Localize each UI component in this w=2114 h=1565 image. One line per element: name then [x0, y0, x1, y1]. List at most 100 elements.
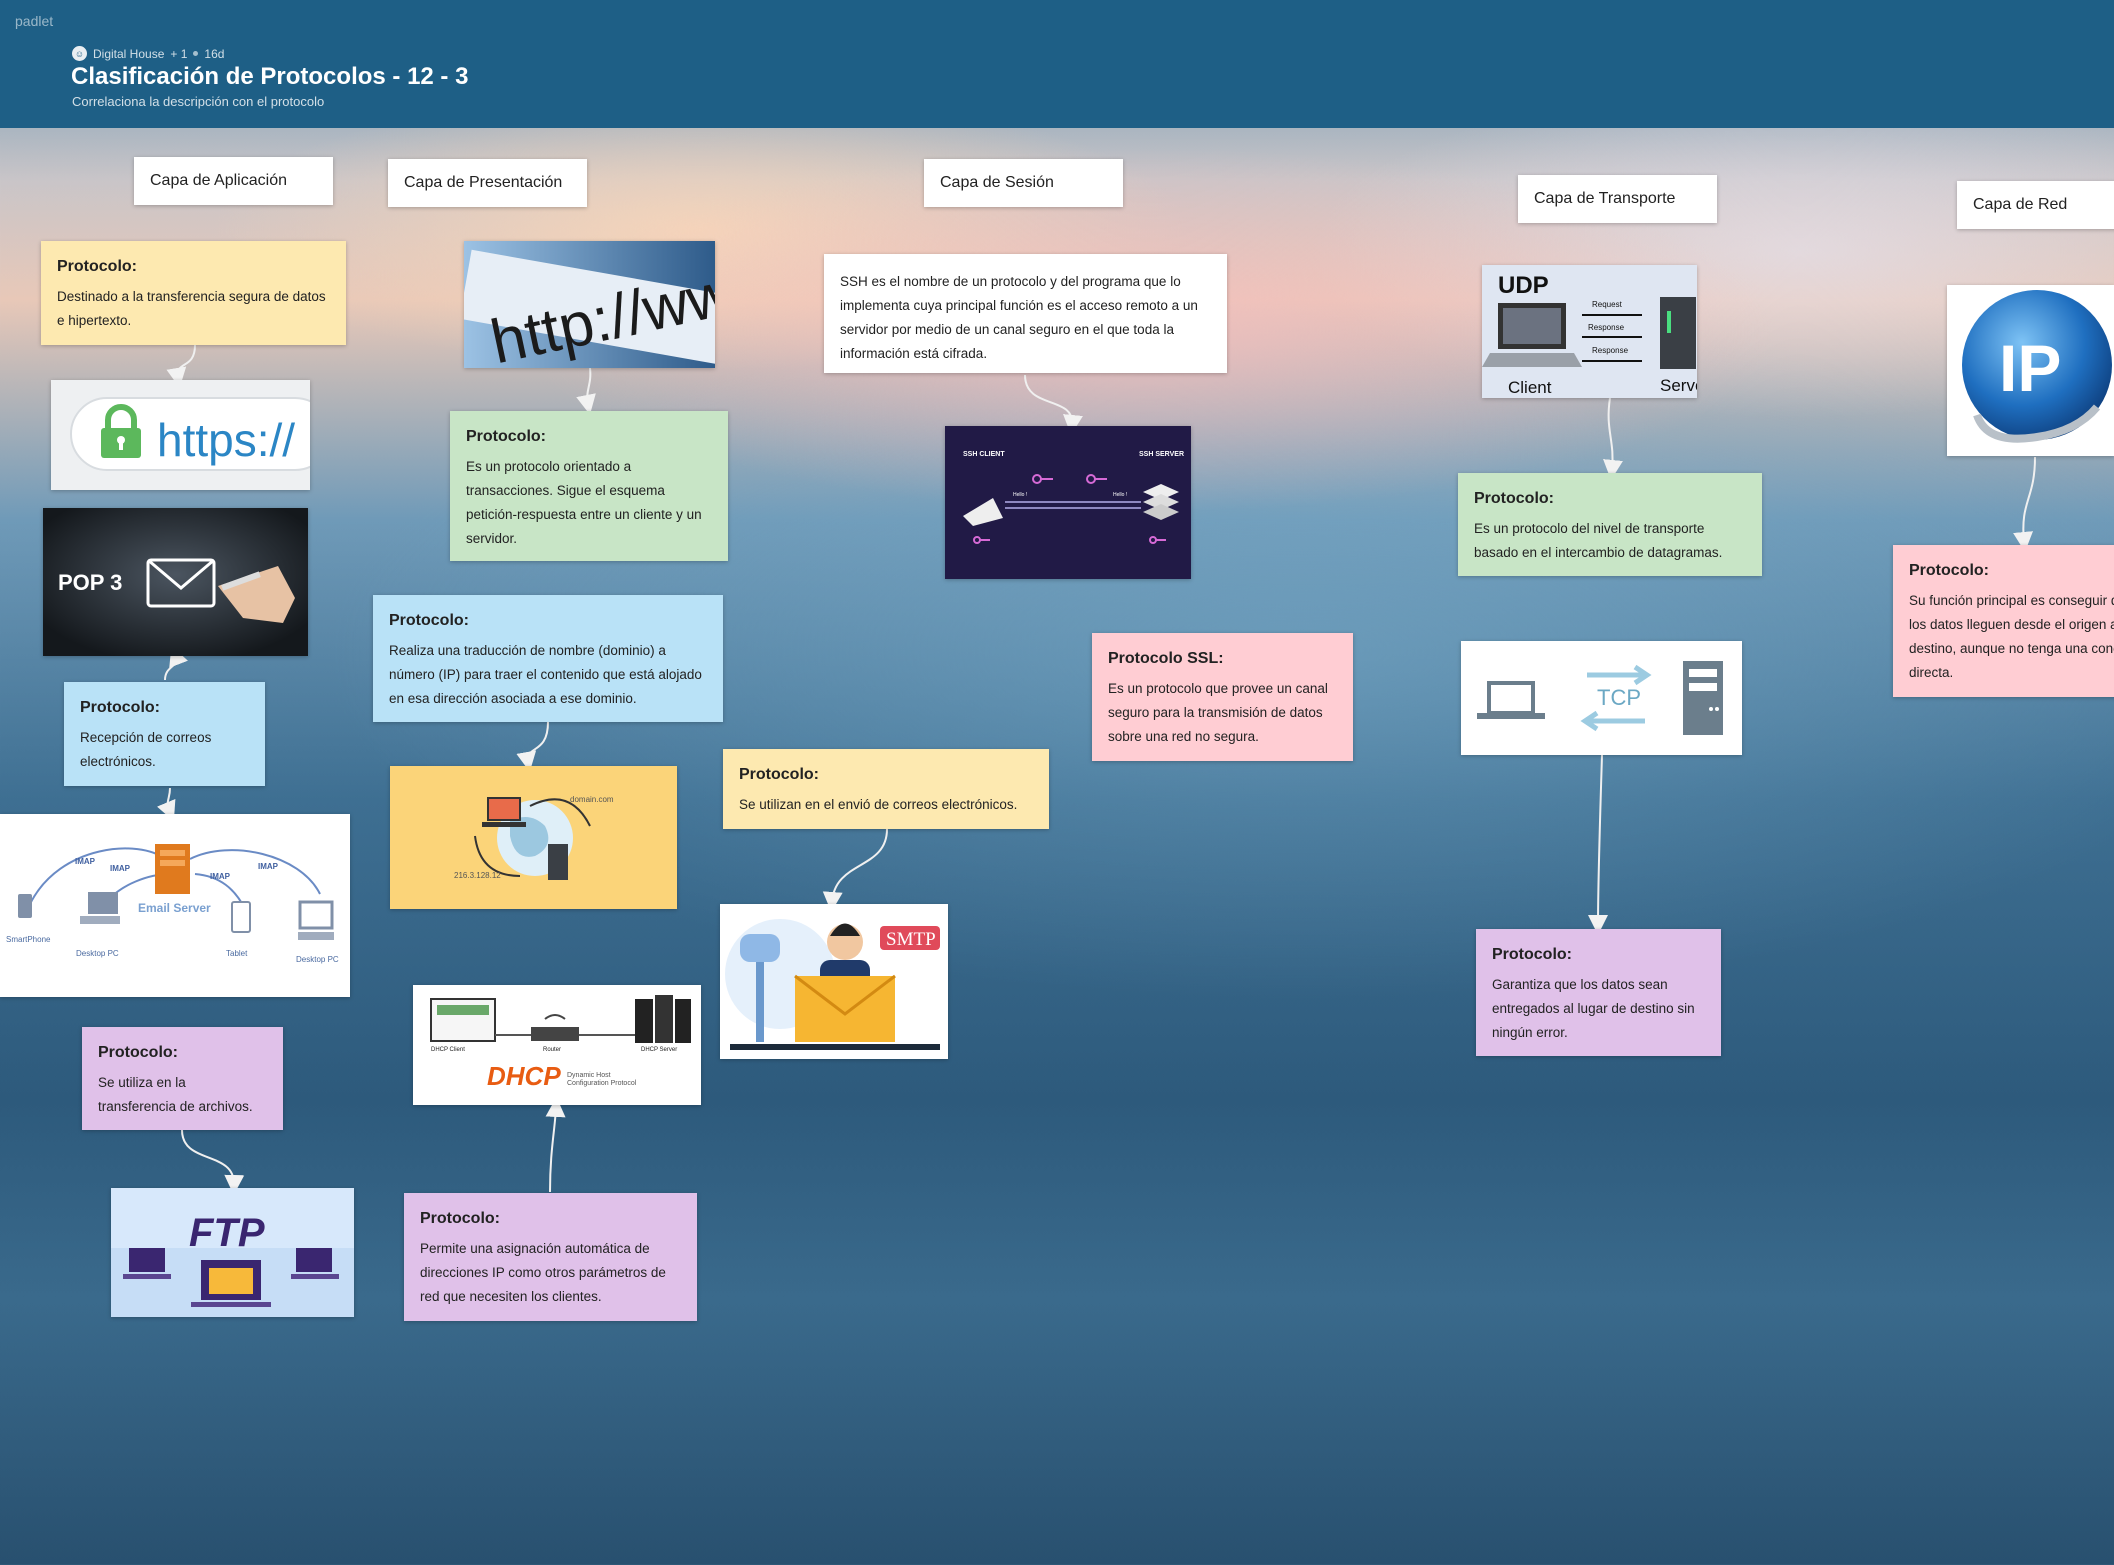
note-title: Protocolo: [1492, 946, 1572, 963]
server-rack-icon [635, 995, 691, 1043]
svg-text:Response: Response [1592, 346, 1629, 355]
column-header-aplicacion[interactable]: Capa de Aplicación [134, 157, 333, 205]
note-smtp[interactable]: Protocolo: Se utilizan en el envió de co… [723, 749, 1049, 829]
svg-text:Hello !: Hello ! [1113, 492, 1127, 498]
image-ftp[interactable]: FTP [111, 1188, 354, 1317]
note-udp[interactable]: Protocolo: Es un protocolo del nivel de … [1458, 473, 1762, 576]
note-title: Protocolo: [1474, 490, 1554, 507]
column-header-transporte[interactable]: Capa de Transporte [1518, 175, 1717, 223]
padlet-logo[interactable]: padlet [15, 13, 53, 29]
board-age: 16d [204, 46, 225, 61]
board-subtitle: Correlaciona la descripción con el proto… [72, 94, 325, 109]
envelope-icon [794, 974, 896, 1042]
note-https[interactable]: Protocolo: Destinado a la transferencia … [41, 241, 346, 345]
svg-text:DHCP Client: DHCP Client [431, 1047, 465, 1053]
laptop-icon [482, 797, 526, 827]
contributors-count: + 1 [170, 46, 188, 61]
svg-text:SSH CLIENT: SSH CLIENT [963, 451, 1005, 458]
tablet-icon [231, 901, 251, 933]
image-dhcp[interactable]: DHCP Client Router DHCP Server DHCP Dyna… [413, 985, 701, 1105]
image-udp[interactable]: UDP Request Response Response Client Ser… [1482, 265, 1697, 398]
image-dns[interactable]: domain.com 216.3.128.12 [390, 766, 677, 909]
note-title: Protocolo: [466, 428, 546, 445]
note-body: Destinado a la transferencia segura de d… [57, 289, 326, 328]
board-meta: ☺ Digital House + 1 16d [72, 46, 224, 61]
note-dns[interactable]: Protocolo: Realiza una traducción de nom… [373, 595, 723, 722]
image-ip[interactable]: IP [1947, 285, 2114, 456]
svg-text:IMAP: IMAP [210, 872, 231, 881]
note-body: SSH es el nombre de un protocolo y del p… [840, 274, 1198, 361]
svg-text:Client: Client [1508, 378, 1552, 397]
connector-lines [156, 344, 2036, 1195]
column-header-presentacion[interactable]: Capa de Presentación [388, 159, 587, 207]
author-name[interactable]: Digital House [93, 47, 164, 61]
svg-text:Router: Router [543, 1047, 561, 1053]
router-icon [531, 1014, 579, 1041]
svg-text:IMAP: IMAP [75, 857, 96, 866]
svg-text:Desktop PC: Desktop PC [296, 955, 339, 964]
note-ip[interactable]: Protocolo: Su función principal es conse… [1893, 545, 2114, 697]
server-icon [1683, 661, 1723, 735]
svg-text:DHCP Server: DHCP Server [641, 1047, 677, 1053]
svg-text:216.3.128.12: 216.3.128.12 [454, 871, 501, 880]
note-ssl[interactable]: Protocolo SSL: Es un protocolo que prove… [1092, 633, 1353, 761]
svg-text:Hello !: Hello ! [1013, 492, 1027, 498]
desktop-icon [430, 998, 496, 1042]
pop3-text: POP 3 [58, 570, 122, 595]
tcp-text: TCP [1597, 685, 1641, 710]
image-ssh[interactable]: SSH CLIENT SSH SERVER Hello ! Hello ! [945, 426, 1191, 579]
note-dhcp[interactable]: Protocolo: Permite una asignación automá… [404, 1193, 697, 1321]
note-title: Protocolo: [389, 612, 469, 629]
note-body: Recepción de correos electrónicos. [80, 730, 212, 769]
note-title: Protocolo: [57, 258, 137, 275]
https-text: https:// [157, 414, 295, 466]
svg-text:Server: Server [1660, 376, 1697, 395]
padlet-header: padlet ☺ Digital House + 1 16d Clasifica… [0, 0, 2114, 128]
svg-text:IMAP: IMAP [258, 862, 279, 871]
server-icon [155, 844, 190, 894]
svg-text:domain.com: domain.com [570, 795, 614, 804]
svg-text:Dynamic Host: Dynamic Host [567, 1072, 611, 1079]
svg-text:IMAP: IMAP [110, 864, 131, 873]
note-tcp[interactable]: Protocolo: Garantiza que los datos sean … [1476, 929, 1721, 1056]
image-smtp[interactable]: SMTP [720, 904, 948, 1059]
note-title: Protocolo: [739, 766, 819, 783]
server-icon [548, 844, 568, 880]
board-title: Clasificación de Protocolos - 12 - 3 [71, 63, 469, 90]
image-pop3[interactable]: POP 3 [43, 508, 308, 656]
note-ftp[interactable]: Protocolo: Se utiliza en la transferenci… [82, 1027, 283, 1130]
image-https[interactable]: https:// [51, 380, 310, 490]
column-header-red[interactable]: Capa de Red [1957, 181, 2114, 229]
note-body: Garantiza que los datos sean entregados … [1492, 977, 1695, 1040]
image-tcp[interactable]: TCP [1461, 641, 1742, 755]
smtp-text: SMTP [886, 929, 936, 950]
ip-logo-text: IP [1999, 331, 2061, 405]
folder-icon [201, 1260, 261, 1300]
note-title: Protocolo SSL: [1108, 650, 1224, 667]
note-body: Permite una asignación automática de dir… [420, 1241, 666, 1304]
note-body: Es un protocolo que provee un canal segu… [1108, 681, 1328, 744]
ftp-text: FTP [189, 1211, 265, 1255]
svg-text:Request: Request [1592, 300, 1623, 309]
note-title: Protocolo: [420, 1210, 500, 1227]
svg-text:Tablet: Tablet [226, 949, 248, 958]
column-header-sesion[interactable]: Capa de Sesión [924, 159, 1123, 207]
separator-dot-icon [193, 51, 199, 56]
note-body: Su función principal es conseguir que lo… [1909, 593, 2114, 680]
svg-text:Desktop PC: Desktop PC [76, 949, 119, 958]
monitor-icon [298, 900, 334, 940]
udp-text: UDP [1498, 272, 1549, 299]
svg-text:SmartPhone: SmartPhone [6, 935, 51, 944]
note-http[interactable]: Protocolo: Es un protocolo orientado a t… [450, 411, 728, 561]
svg-text:SSH SERVER: SSH SERVER [1139, 451, 1184, 458]
laptop-icon [1477, 681, 1545, 719]
image-imap[interactable]: IMAP IMAP IMAP IMAP Email Server SmartPh… [0, 814, 350, 997]
note-body: Realiza una traducción de nombre (domini… [389, 643, 702, 706]
dhcp-text: DHCP [487, 1061, 561, 1091]
svg-text:Configuration Protocol: Configuration Protocol [567, 1080, 637, 1087]
svg-text:Response: Response [1588, 323, 1625, 332]
author-avatar-icon[interactable]: ☺ [72, 46, 87, 61]
image-http[interactable]: http://www [464, 241, 715, 368]
note-ssh[interactable]: SSH es el nombre de un protocolo y del p… [824, 254, 1227, 373]
note-pop3[interactable]: Protocolo: Recepción de correos electrón… [64, 682, 265, 786]
